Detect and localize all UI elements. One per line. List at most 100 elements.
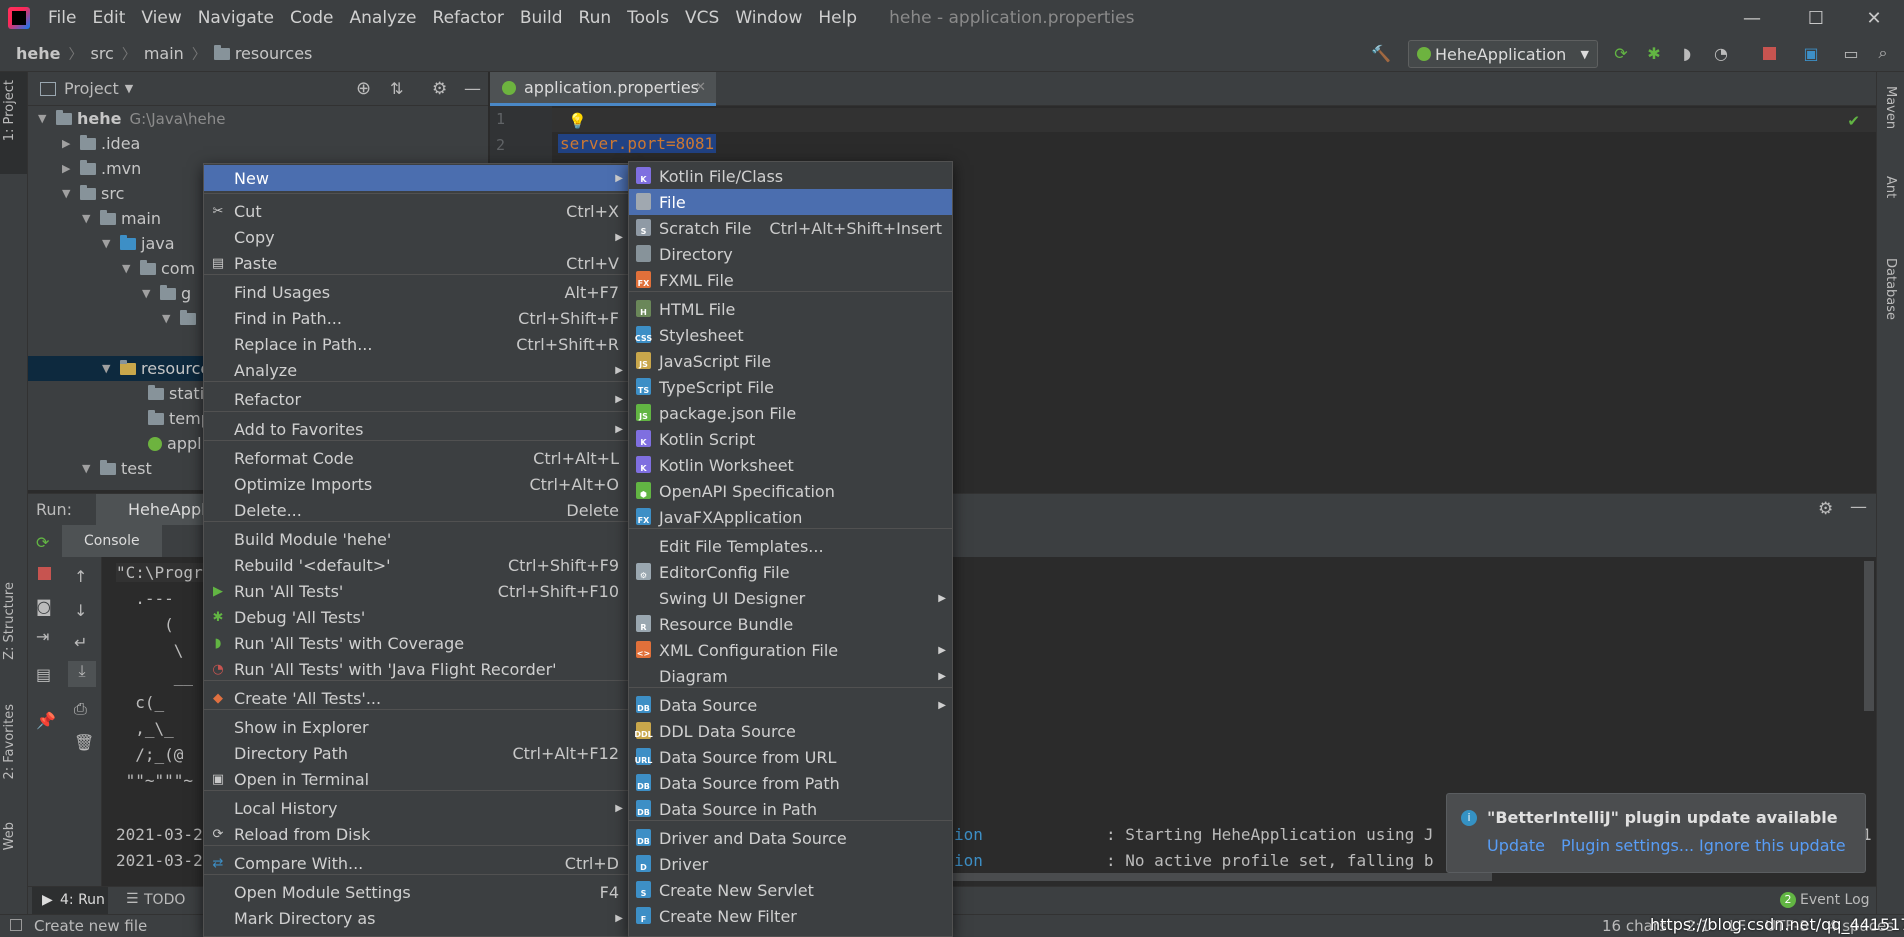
new-menu-item-ddl-data-source[interactable]: DDL DDL Data Source — [629, 718, 952, 744]
update-link[interactable]: Update — [1487, 836, 1545, 855]
project-structure-icon[interactable]: ▣ — [1800, 42, 1822, 64]
menu-build[interactable]: Build — [512, 0, 571, 36]
context-menu-item-delete[interactable]: Delete... Delete — [204, 497, 629, 523]
new-menu-item-javafxapplication[interactable]: FX JavaFXApplication — [629, 504, 952, 530]
project-panel-title[interactable]: Project — [64, 79, 119, 98]
plugin-settings-link[interactable]: Plugin settings... — [1561, 836, 1694, 855]
context-menu-item-reload-from-disk[interactable]: ⟳ Reload from Disk — [204, 821, 629, 847]
new-menu-item-openapi-specification[interactable]: ⬢ OpenAPI Specification — [629, 478, 952, 504]
new-menu-item-kotlin-worksheet[interactable]: K Kotlin Worksheet — [629, 452, 952, 478]
context-menu-item-find-in-path[interactable]: Find in Path... Ctrl+Shift+F — [204, 305, 629, 331]
profiler-icon[interactable]: ◔ — [1710, 42, 1732, 64]
tree-item[interactable]: ▼ java — [102, 231, 175, 256]
exit-icon[interactable]: ⇥ — [36, 627, 49, 646]
tab-favorites[interactable]: 2: Favorites — [2, 704, 17, 780]
menu-run[interactable]: Run — [571, 0, 620, 36]
hide-icon[interactable]: — — [1850, 497, 1867, 517]
new-menu-item-kotlin-file-class[interactable]: K Kotlin File/Class — [629, 163, 952, 189]
debug-icon[interactable]: ✱ — [1643, 42, 1665, 64]
collapse-all-icon[interactable]: ⇅ — [390, 79, 403, 98]
tree-item[interactable]: ▼ main — [82, 206, 161, 231]
menu-analyze[interactable]: Analyze — [342, 0, 425, 36]
tree-item[interactable]: ▼ — [162, 306, 201, 331]
tree-item[interactable]: appl — [148, 431, 202, 456]
new-menu-item-create-new-filter[interactable]: F Create New Filter — [629, 903, 952, 929]
context-menu-item-optimize-imports[interactable]: Optimize Imports Ctrl+Alt+O — [204, 471, 629, 497]
context-menu-item-refactor[interactable]: Refactor ▶ — [204, 386, 629, 412]
hide-icon[interactable]: — — [464, 79, 481, 99]
new-menu-item-javascript-file[interactable]: JS JavaScript File — [629, 348, 952, 374]
new-menu-item-stylesheet[interactable]: CSS Stylesheet — [629, 322, 952, 348]
tab-run[interactable]: 4: Run — [60, 892, 105, 908]
new-menu-item-data-source[interactable]: DB Data Source ▶ — [629, 692, 952, 718]
close-button[interactable]: ✕ — [1846, 0, 1902, 36]
tree-item[interactable]: stati — [148, 381, 204, 406]
menu-refactor[interactable]: Refactor — [425, 0, 512, 36]
breadcrumb-project[interactable]: hehe — [16, 44, 60, 63]
context-menu-item-analyze[interactable]: Analyze ▶ — [204, 357, 629, 383]
tree-item[interactable]: ▼ g — [142, 281, 191, 306]
context-menu-item-mark-directory-as[interactable]: Mark Directory as ▶ — [204, 905, 629, 931]
chevron-down-icon[interactable]: ▼ — [125, 82, 133, 95]
tab-project[interactable]: 1: Project — [2, 80, 17, 141]
notification-balloon[interactable]: i "BetterIntelliJ" plugin update availab… — [1446, 793, 1866, 873]
gear-icon[interactable]: ⚙ — [432, 79, 447, 99]
context-menu-item-show-in-explorer[interactable]: Show in Explorer — [204, 714, 629, 740]
new-menu-item-resource-bundle[interactable]: R Resource Bundle — [629, 611, 952, 637]
menu-edit[interactable]: Edit — [84, 0, 133, 36]
editor-tab[interactable]: application.properties ✕ — [490, 72, 716, 106]
context-menu-item-local-history[interactable]: Local History ▶ — [204, 795, 629, 821]
search-icon[interactable]: ⌕ — [1872, 42, 1894, 64]
context-menu-item-add-to-favorites[interactable]: Add to Favorites ▶ — [204, 416, 629, 442]
tree-item[interactable]: ▶ .mvn — [62, 156, 141, 181]
layout-icon[interactable]: ▤ — [36, 665, 51, 684]
rerun-icon[interactable]: ⟳ — [1610, 42, 1632, 64]
new-menu-item-html-file[interactable]: H HTML File — [629, 296, 952, 322]
maximize-button[interactable]: ☐ — [1788, 0, 1844, 36]
new-menu-item-data-source-in-path[interactable]: DB Data Source in Path — [629, 796, 952, 822]
tab-event-log[interactable]: Event Log — [1800, 892, 1870, 908]
tree-item[interactable]: ▼ test — [82, 456, 152, 481]
new-menu-item-diagram[interactable]: Diagram ▶ — [629, 663, 952, 689]
context-menu-item-paste[interactable]: ▤ Paste Ctrl+V — [204, 250, 629, 276]
new-menu-item-file[interactable]: File — [629, 189, 952, 215]
context-menu-item-cut[interactable]: ✂ Cut Ctrl+X — [204, 198, 629, 224]
context-menu-item-directory-path[interactable]: Directory Path Ctrl+Alt+F12 — [204, 740, 629, 766]
context-menu-item-copy[interactable]: Copy ▶ — [204, 224, 629, 250]
context-menu-item-run-all-tests-with-coverage[interactable]: ◗ Run 'All Tests' with Coverage — [204, 630, 629, 656]
pin-icon[interactable]: 📌 — [36, 711, 56, 730]
new-menu-item-xml-configuration-file[interactable]: <> XML Configuration File ▶ — [629, 637, 952, 663]
gear-icon[interactable]: ⚙ — [1818, 499, 1833, 519]
tab-todo[interactable]: TODO — [144, 892, 185, 908]
context-menu-item-open-module-settings[interactable]: Open Module Settings F4 — [204, 879, 629, 905]
minimize-button[interactable]: — — [1724, 0, 1780, 36]
scrollbar[interactable] — [1864, 561, 1874, 711]
new-menu-item-data-source-from-url[interactable]: URL Data Source from URL — [629, 744, 952, 770]
new-menu-item-driver-and-data-source[interactable]: DB Driver and Data Source — [629, 825, 952, 851]
breadcrumb-src[interactable]: src — [90, 44, 113, 63]
context-menu-item-rebuild-default[interactable]: Rebuild '<default>' Ctrl+Shift+F9 — [204, 552, 629, 578]
menu-view[interactable]: View — [133, 0, 189, 36]
breadcrumb-resources[interactable]: resources — [235, 44, 313, 63]
context-menu-item-find-usages[interactable]: Find Usages Alt+F7 — [204, 279, 629, 305]
new-menu-item-edit-file-templates[interactable]: Edit File Templates... — [629, 533, 952, 559]
menu-file[interactable]: File — [40, 0, 84, 36]
context-menu-item-replace-in-path[interactable]: Replace in Path... Ctrl+Shift+R — [204, 331, 629, 357]
context-menu-item-build-module-hehe[interactable]: Build Module 'hehe' — [204, 526, 629, 552]
tree-item[interactable]: ▼ com — [122, 256, 195, 281]
new-menu-item-package-json-file[interactable]: JS package.json File — [629, 400, 952, 426]
status-panel-icon[interactable] — [10, 919, 22, 931]
tab-maven[interactable]: Maven — [1883, 86, 1898, 129]
tree-item[interactable]: ▼ src — [62, 181, 124, 206]
tree-item[interactable]: ▶ .idea — [62, 131, 140, 156]
new-menu-item-driver[interactable]: D Driver — [629, 851, 952, 877]
stop-icon[interactable] — [38, 567, 51, 580]
new-menu-item-fxml-file[interactable]: FX FXML File — [629, 267, 952, 293]
trash-icon[interactable]: 🗑 — [74, 733, 94, 752]
tab-structure[interactable]: Z: Structure — [2, 582, 17, 660]
menu-vcs[interactable]: VCS — [677, 0, 727, 36]
menu-navigate[interactable]: Navigate — [190, 0, 282, 36]
tree-item[interactable]: temp — [148, 406, 211, 431]
console-tab[interactable]: Console — [84, 533, 140, 549]
ignore-update-link[interactable]: Ignore this update — [1699, 836, 1846, 855]
